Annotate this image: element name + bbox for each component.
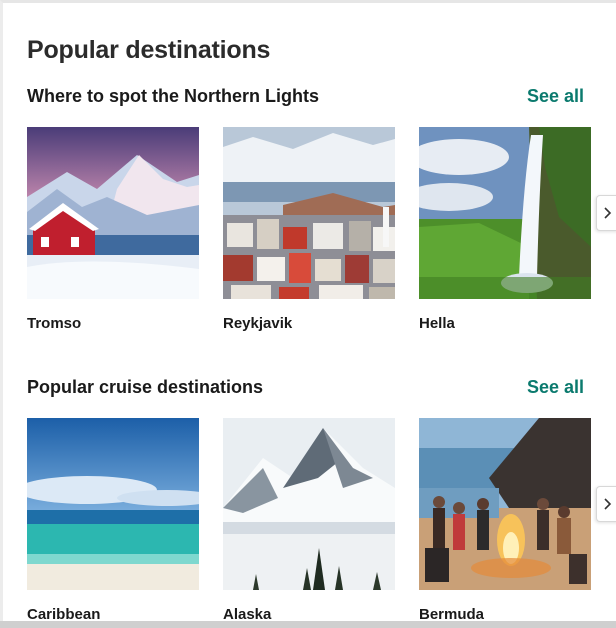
- chevron-right-icon: [604, 498, 612, 510]
- destination-card-caribbean[interactable]: Caribbean: [27, 418, 199, 623]
- carousel-next-button[interactable]: [596, 195, 616, 231]
- bottom-divider: [0, 621, 616, 628]
- card-label: Hella: [419, 315, 455, 332]
- caribbean-photo: [27, 418, 199, 590]
- card-label: Tromso: [27, 315, 82, 332]
- alaska-photo: [223, 418, 395, 590]
- destination-card-tromso[interactable]: Tromso: [27, 127, 199, 332]
- see-all-northern-lights-link[interactable]: See all: [527, 86, 584, 107]
- chevron-right-icon: [604, 207, 612, 219]
- card-label: Reykjavik: [223, 315, 293, 332]
- section-title-northern-lights: Where to spot the Northern Lights: [27, 86, 319, 106]
- carousel-next-button[interactable]: [596, 486, 616, 522]
- see-all-cruise-link[interactable]: See all: [527, 377, 584, 398]
- reykjavik-photo: [223, 127, 395, 299]
- tromso-photo: [27, 127, 199, 299]
- destination-card-reykjavik[interactable]: Reykjavik: [223, 127, 395, 332]
- destination-card-bermuda[interactable]: Bermuda: [419, 418, 591, 623]
- section-title-cruise: Popular cruise destinations: [27, 377, 264, 397]
- hella-photo: [419, 127, 591, 299]
- destination-card-alaska[interactable]: Alaska: [223, 418, 395, 623]
- page-title: Popular destinations: [27, 36, 271, 64]
- bermuda-photo: [419, 418, 591, 590]
- destination-card-hella[interactable]: Hella: [419, 127, 591, 332]
